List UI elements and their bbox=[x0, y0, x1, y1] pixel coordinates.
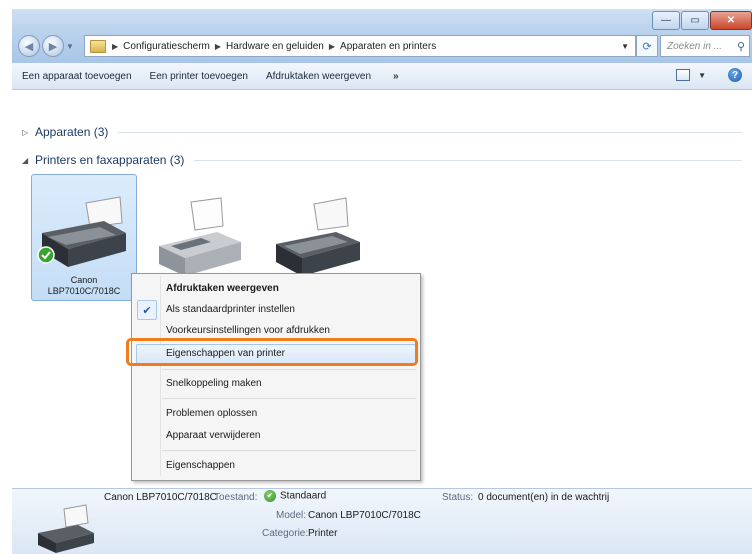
breadcrumb-control-panel[interactable]: Configuratiescherm bbox=[123, 41, 210, 52]
menu-separator bbox=[162, 450, 416, 451]
maximize-button[interactable]: ▭ bbox=[681, 11, 709, 30]
view-dropdown-icon[interactable]: ▼ bbox=[698, 71, 706, 80]
collapse-triangle-icon[interactable]: ◢ bbox=[22, 156, 30, 165]
fax-icon bbox=[159, 197, 241, 276]
details-state-text: Standaard bbox=[280, 490, 327, 502]
add-printer-button[interactable]: Een printer toevoegen bbox=[150, 71, 248, 82]
group-printers-title: Printers en faxapparaten (3) bbox=[35, 153, 185, 167]
menu-item-set-default-printer[interactable]: Als standaardprinter instellen bbox=[166, 304, 295, 315]
back-button[interactable]: ◀ bbox=[18, 35, 40, 57]
printer-icon bbox=[37, 196, 126, 267]
menu-item-remove-device[interactable]: Apparaat verwijderen bbox=[166, 430, 261, 441]
details-state-value: ✔ Standaard bbox=[264, 490, 326, 502]
device-label-line2: LBP7010C/7018C bbox=[47, 286, 121, 296]
recent-pages-dropdown[interactable]: ▼ bbox=[66, 42, 74, 51]
details-status-value: 0 document(en) in de wachtrij bbox=[478, 492, 610, 503]
control-panel-icon bbox=[90, 39, 106, 53]
window-controls: — ▭ ✕ bbox=[651, 11, 752, 30]
details-state-label: Toestand: bbox=[214, 492, 258, 503]
details-category-value: Printer bbox=[308, 528, 338, 539]
details-category-label: Categorie: bbox=[262, 528, 309, 539]
printer-canon-lbp7010c[interactable]: Canon LBP7010C/7018C bbox=[31, 174, 137, 301]
breadcrumb-hardware-sound[interactable]: Hardware en geluiden bbox=[226, 41, 324, 52]
navigation-buttons: ◀ ▶ ▼ bbox=[18, 35, 74, 57]
details-model-label: Model: bbox=[276, 510, 307, 521]
divider bbox=[118, 131, 742, 133]
forward-button[interactable]: ▶ bbox=[42, 35, 64, 57]
command-bar: Een apparaat toevoegen Een printer toevo… bbox=[12, 63, 752, 90]
add-device-button[interactable]: Een apparaat toevoegen bbox=[22, 71, 132, 82]
device-label-line1: Canon bbox=[70, 275, 98, 285]
details-device-name: Canon LBP7010C/7018C bbox=[104, 492, 217, 503]
menu-item-create-shortcut[interactable]: Snelkoppeling maken bbox=[166, 378, 262, 389]
help-icon[interactable]: ? bbox=[728, 68, 742, 82]
search-input[interactable]: Zoeken in ... bbox=[667, 41, 737, 52]
printer-icon bbox=[276, 197, 360, 276]
menu-separator bbox=[162, 398, 416, 399]
breadcrumb-separator[interactable]: ▶ bbox=[215, 42, 221, 51]
group-devices[interactable]: ▷ Apparaten (3) bbox=[22, 125, 742, 139]
expand-triangle-icon[interactable]: ▷ bbox=[22, 128, 30, 137]
menu-item-properties[interactable]: Eigenschappen bbox=[166, 460, 235, 471]
printer-thumbnail-icon bbox=[38, 504, 94, 553]
close-button[interactable]: ✕ bbox=[710, 11, 752, 30]
menu-item-printing-preferences[interactable]: Voorkeursinstellingen voor afdrukken bbox=[166, 325, 330, 336]
menu-separator bbox=[162, 369, 416, 370]
divider bbox=[194, 159, 742, 161]
breadcrumb-separator[interactable]: ▶ bbox=[112, 42, 118, 51]
more-commands-button[interactable]: » bbox=[393, 71, 399, 82]
highlight-frame bbox=[126, 338, 418, 366]
menu-gutter bbox=[160, 276, 161, 476]
search-box[interactable]: Zoeken in ... ⚲ bbox=[660, 35, 750, 57]
menu-item-view-print-jobs[interactable]: Afdruktaken weergeven bbox=[166, 283, 279, 294]
menu-item-troubleshoot[interactable]: Problemen oplossen bbox=[166, 408, 257, 419]
context-menu: Afdruktaken weergeven ✔ Als standaardpri… bbox=[131, 273, 421, 481]
ok-status-icon: ✔ bbox=[264, 490, 276, 502]
details-status-label: Status: bbox=[442, 492, 474, 503]
address-dropdown-icon[interactable]: ▼ bbox=[621, 42, 629, 51]
view-controls: ▼ ? bbox=[676, 68, 742, 82]
checkmark-icon: ✔ bbox=[137, 300, 157, 320]
breadcrumb-devices-printers[interactable]: Apparaten en printers bbox=[340, 41, 436, 52]
search-icon[interactable]: ⚲ bbox=[737, 40, 745, 53]
title-bar: — ▭ ✕ ◀ ▶ ▼ ▶ Configuratiescherm ▶ Hardw… bbox=[12, 9, 752, 63]
group-devices-title: Apparaten (3) bbox=[35, 125, 109, 139]
details-pane: Canon LBP7010C/7018C Toestand: ✔ Standaar… bbox=[12, 488, 752, 554]
view-print-jobs-button[interactable]: Afdruktaken weergeven bbox=[266, 71, 371, 82]
breadcrumb-separator[interactable]: ▶ bbox=[329, 42, 335, 51]
details-model-value: Canon LBP7010C/7018C bbox=[308, 510, 421, 521]
group-printers[interactable]: ◢ Printers en faxapparaten (3) bbox=[22, 153, 742, 167]
refresh-button[interactable]: ⟳ bbox=[636, 35, 658, 57]
devices-and-printers-window: — ▭ ✕ ◀ ▶ ▼ ▶ Configuratiescherm ▶ Hardw… bbox=[12, 9, 752, 554]
printer-device[interactable] bbox=[270, 194, 370, 284]
change-view-icon[interactable] bbox=[676, 69, 691, 81]
minimize-button[interactable]: — bbox=[652, 11, 680, 30]
address-bar[interactable]: ▶ Configuratiescherm ▶ Hardware en gelui… bbox=[84, 35, 636, 57]
fax-device[interactable] bbox=[151, 194, 251, 284]
